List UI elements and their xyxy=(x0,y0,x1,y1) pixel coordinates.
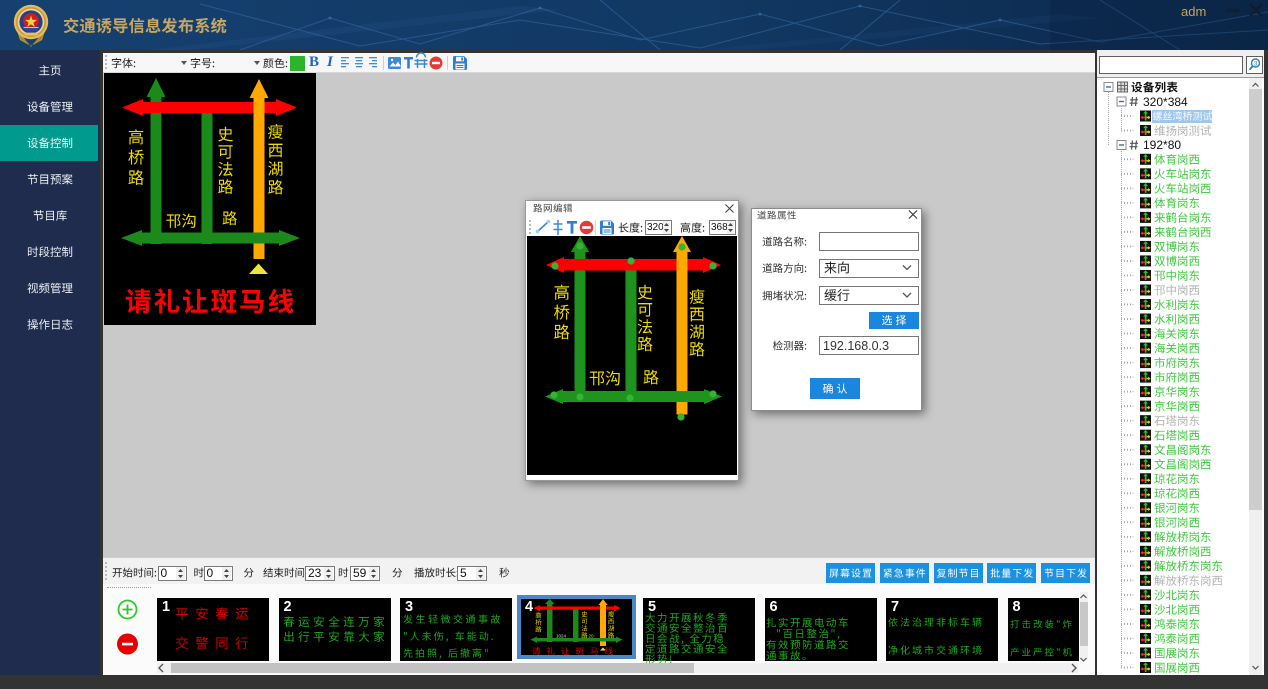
svg-text:20: 20 xyxy=(589,633,595,638)
svg-text:1024: 1024 xyxy=(556,633,567,638)
